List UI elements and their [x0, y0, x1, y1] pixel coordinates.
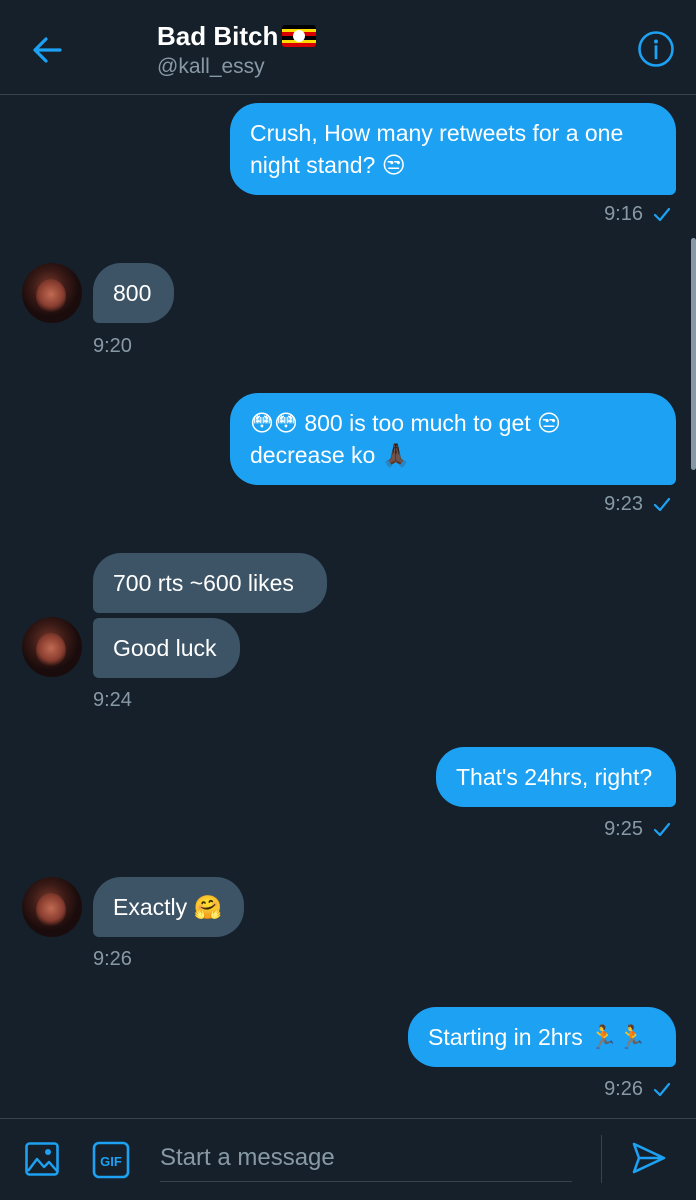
message-timestamp: 9:23	[604, 493, 671, 516]
message-text: That's 24hrs, right?	[456, 764, 653, 790]
avatar[interactable]	[22, 263, 82, 323]
message-text: Starting in 2hrs 🏃🏃	[428, 1024, 647, 1050]
message-input[interactable]	[160, 1135, 572, 1182]
incoming-message[interactable]: 700 rts ~600 likes	[93, 553, 327, 613]
message-timestamp: 9:16	[604, 203, 671, 226]
message-text: Exactly 🤗	[113, 894, 223, 920]
outgoing-message[interactable]: Starting in 2hrs 🏃🏃	[408, 1007, 676, 1067]
svg-text:GIF: GIF	[100, 1154, 122, 1169]
outgoing-message[interactable]: Crush, How many retweets for a one night…	[230, 103, 676, 195]
info-icon[interactable]	[637, 30, 675, 68]
contact-handle: @kall_essy	[157, 55, 265, 78]
send-icon[interactable]	[630, 1139, 668, 1177]
message-timestamp: 9:20	[93, 335, 132, 357]
gif-icon[interactable]: GIF	[92, 1141, 130, 1179]
checkmark-icon	[653, 822, 671, 836]
scrollbar[interactable]	[691, 238, 696, 470]
message-text: 😳😳 800 is too much to get 😒 decrease ko …	[250, 410, 562, 468]
message-timestamp: 9:24	[93, 689, 132, 711]
contact-name: Bad Bitch	[157, 21, 279, 51]
incoming-message[interactable]: 800	[93, 263, 174, 323]
conversation-title: Bad Bitch	[157, 20, 317, 52]
incoming-message[interactable]: Good luck	[93, 618, 240, 678]
outgoing-message[interactable]: 😳😳 800 is too much to get 😒 decrease ko …	[230, 393, 676, 485]
avatar[interactable]	[22, 877, 82, 937]
arrow-left-icon[interactable]	[30, 33, 64, 67]
avatar[interactable]	[22, 617, 82, 677]
message-timestamp: 9:26	[93, 948, 132, 970]
checkmark-icon	[653, 1082, 671, 1096]
image-icon[interactable]	[24, 1141, 60, 1177]
checkmark-icon	[653, 207, 671, 221]
incoming-message[interactable]: Exactly 🤗	[93, 877, 244, 937]
composer-divider	[601, 1135, 602, 1183]
checkmark-icon	[653, 497, 671, 511]
message-text: 700 rts ~600 likes	[113, 570, 294, 596]
message-text: Good luck	[113, 635, 217, 661]
outgoing-message[interactable]: That's 24hrs, right?	[436, 747, 676, 807]
message-composer: GIF	[0, 1118, 696, 1200]
message-timestamp: 9:26	[604, 1078, 671, 1101]
message-text: Crush, How many retweets for a one night…	[250, 120, 624, 178]
uganda-flag-icon	[282, 25, 317, 47]
conversation-title-block[interactable]: Bad Bitch @kall_essy	[157, 20, 317, 82]
message-text: 800	[113, 280, 152, 306]
conversation-header: Bad Bitch @kall_essy	[0, 0, 696, 95]
message-timestamp: 9:25	[604, 818, 671, 841]
